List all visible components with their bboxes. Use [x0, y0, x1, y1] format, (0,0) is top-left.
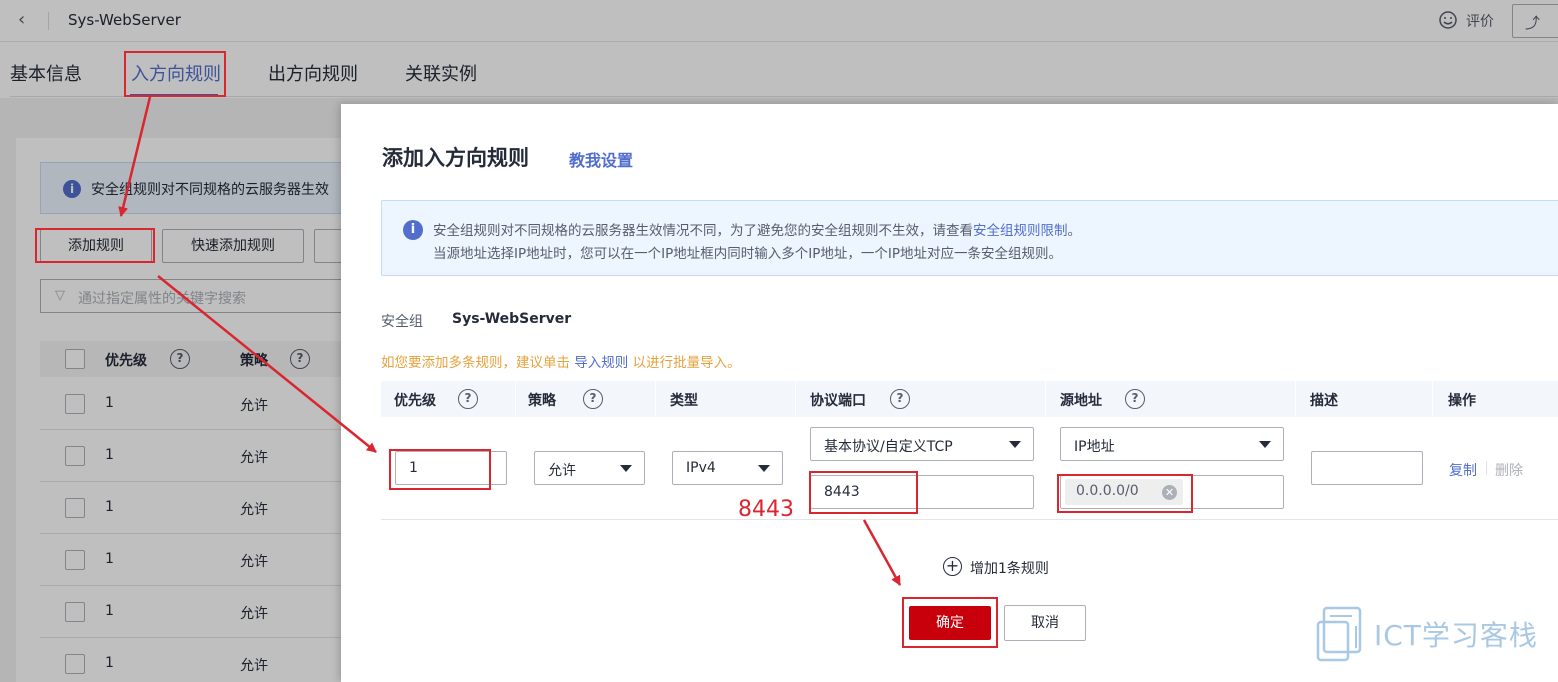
security-group-label: 安全组	[381, 314, 423, 330]
info-icon: i	[403, 220, 423, 240]
chevron-down-icon	[758, 465, 770, 472]
header-cell: 操作	[1433, 381, 1558, 417]
header-cell: 策略 ?	[516, 381, 656, 417]
add-inbound-rule-dialog: 添加入方向规则 教我设置 i 安全组规则对不同规格的云服务器生效情况不同，为了避…	[341, 104, 1558, 682]
column-action: 操作	[1448, 393, 1476, 409]
help-icon[interactable]: ?	[890, 389, 910, 409]
chevron-down-icon	[620, 465, 632, 472]
header-cell: 类型	[656, 381, 796, 417]
column-priority: 优先级	[394, 393, 436, 409]
column-type: 类型	[670, 393, 698, 409]
description-input[interactable]	[1311, 451, 1423, 485]
alert-line-2: 当源地址选择IP地址时，您可以在一个IP地址框内同时输入多个IP地址，一个IP地…	[433, 246, 1062, 262]
column-policy: 策略	[528, 393, 556, 409]
chevron-down-icon	[1009, 441, 1021, 448]
highlight-port	[809, 471, 918, 514]
plus-circle-icon: +	[943, 557, 962, 576]
sg-limits-link[interactable]: 安全组规则限制	[973, 223, 1068, 239]
book-logo-icon	[1316, 606, 1362, 662]
policy-select[interactable]: 允许	[534, 451, 645, 485]
type-select[interactable]: IPv4	[672, 451, 783, 485]
help-icon[interactable]: ?	[1125, 389, 1145, 409]
column-source: 源地址	[1060, 393, 1102, 409]
dialog-title: 添加入方向规则	[382, 146, 529, 170]
column-protocol-port: 协议端口	[810, 393, 866, 409]
header-cell: 优先级 ?	[381, 381, 516, 417]
dialog-alert: i 安全组规则对不同规格的云服务器生效情况不同，为了避免您的安全组规则不生效，请…	[381, 200, 1558, 276]
help-icon[interactable]: ?	[583, 389, 603, 409]
divider	[1486, 461, 1487, 475]
highlight-confirm	[902, 597, 998, 648]
watermark-text: ICT学习客栈	[1374, 619, 1538, 652]
chevron-down-icon	[1259, 441, 1271, 448]
help-icon[interactable]: ?	[458, 389, 478, 409]
header-cell: 源地址 ?	[1046, 381, 1296, 417]
import-rules-link[interactable]: 导入规则	[574, 355, 628, 371]
protocol-select[interactable]: 基本协议/自定义TCP	[810, 427, 1034, 461]
security-group-value: Sys-WebServer	[452, 311, 572, 327]
rule-table-header: 优先级 ? 策略 ? 类型 协议端口 ? 源地址 ? 描述 操作	[381, 381, 1558, 417]
copy-rule-link[interactable]: 复制	[1449, 460, 1477, 480]
row-divider	[381, 519, 1558, 520]
highlight-inbound-tab	[124, 51, 226, 97]
source-type-select[interactable]: IP地址	[1060, 427, 1284, 461]
highlight-add-rule	[35, 228, 155, 263]
batch-import-hint: 如您要添加多条规则，建议单击 导入规则 以进行批量导入。	[381, 355, 741, 371]
highlight-priority	[389, 449, 491, 490]
teach-me-link[interactable]: 教我设置	[569, 147, 633, 171]
header-cell: 协议端口 ?	[796, 381, 1046, 417]
alert-line-1: 安全组规则对不同规格的云服务器生效情况不同，为了避免您的安全组规则不生效，请查看…	[433, 223, 1081, 239]
watermark: ICT学习客栈	[1316, 604, 1556, 664]
port-annotation: 8443	[738, 497, 794, 522]
header-cell: 描述	[1296, 381, 1433, 417]
cancel-button[interactable]: 取消	[1004, 605, 1086, 641]
delete-rule-link: 删除	[1495, 463, 1523, 479]
highlight-source-ip	[1057, 474, 1193, 513]
column-description: 描述	[1310, 393, 1338, 409]
